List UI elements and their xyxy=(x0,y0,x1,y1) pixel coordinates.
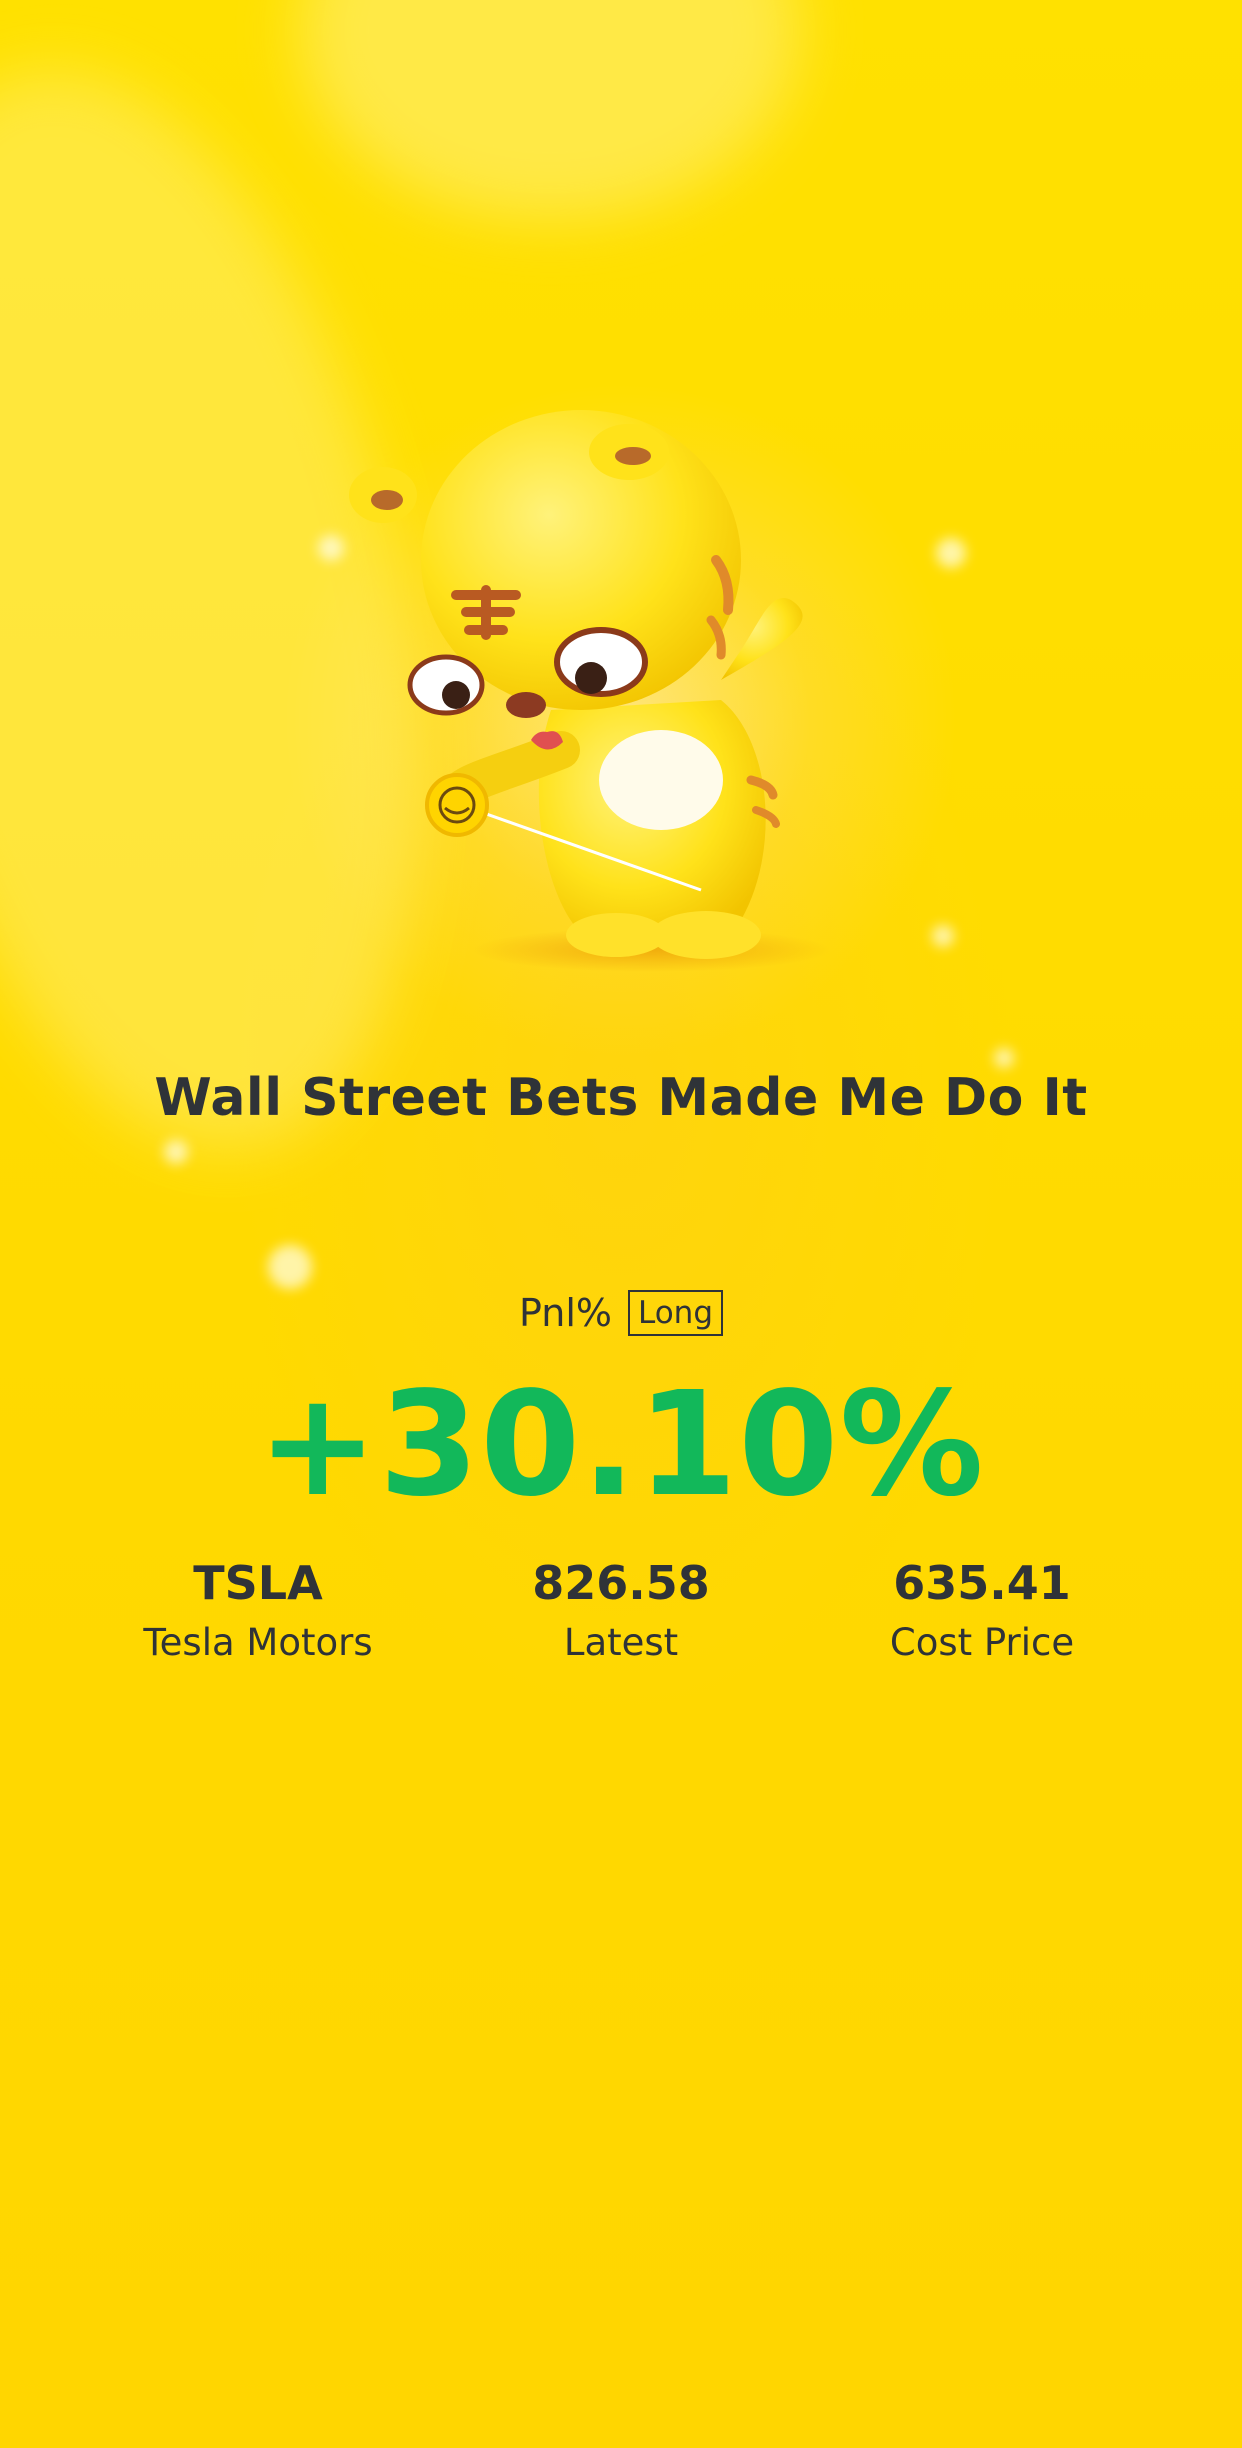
stat-symbol: TSLA Tesla Motors xyxy=(78,1555,438,1669)
stat-cost-price: 635.41 Cost Price xyxy=(802,1555,1162,1669)
position-tag: Long xyxy=(627,1290,724,1336)
pnl-percent-value: +30.10% xyxy=(257,1360,985,1528)
pnl-share-card: Wall Street Bets Made Me Do It Pnl% Long… xyxy=(0,0,1242,2448)
pnl-header: Pnl% Long xyxy=(0,1290,1242,1336)
background-smoke-top xyxy=(300,0,800,220)
pnl-label: Pnl% xyxy=(518,1291,612,1335)
stat-value: 826.58 xyxy=(532,1556,710,1610)
stat-value: 635.41 xyxy=(893,1556,1071,1610)
sparkle xyxy=(994,1048,1014,1068)
tiger-mascot-with-yoyo-icon xyxy=(349,410,831,972)
stat-label: Tesla Motors xyxy=(143,1621,373,1664)
sparkle xyxy=(932,925,954,947)
stat-label: Cost Price xyxy=(889,1621,1075,1664)
sparkle xyxy=(268,1245,312,1289)
stat-value: TSLA xyxy=(193,1556,323,1610)
stat-latest: 826.58 Latest xyxy=(441,1555,801,1669)
stat-label: Latest xyxy=(563,1621,679,1664)
card-title: Wall Street Bets Made Me Do It xyxy=(154,1068,1088,1128)
sparkle xyxy=(164,1140,188,1164)
sparkle xyxy=(936,538,966,568)
